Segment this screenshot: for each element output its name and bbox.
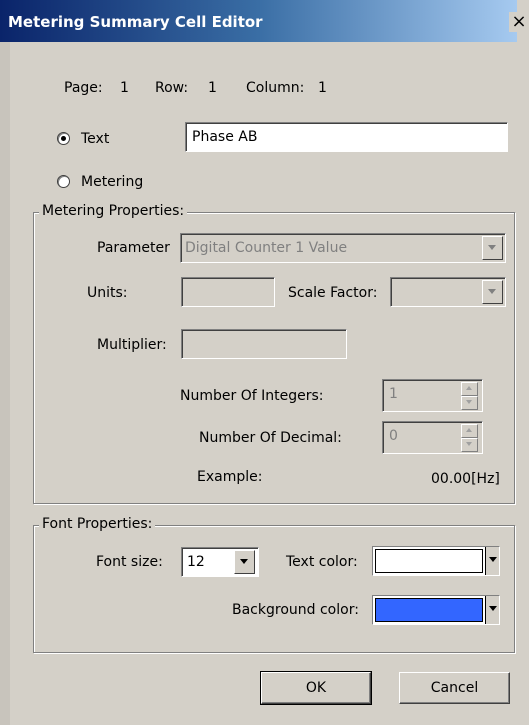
scale-factor-label: Scale Factor: xyxy=(288,285,378,301)
ok-button[interactable]: OK xyxy=(260,671,372,705)
background-color-label: Background color: xyxy=(232,602,359,618)
spin-down-icon xyxy=(466,442,472,446)
text-radio-label: Text xyxy=(81,131,110,147)
number-of-integers-label: Number Of Integers: xyxy=(180,388,324,404)
chevron-down-icon xyxy=(489,557,497,562)
text-radio-dot xyxy=(61,136,66,141)
left-edge xyxy=(0,42,10,725)
close-button[interactable]: × xyxy=(509,12,529,32)
font-properties-title: Font Properties: xyxy=(39,516,156,532)
multiplier-field[interactable] xyxy=(181,329,347,359)
decimal-spin-up-button[interactable] xyxy=(461,424,478,438)
parameter-select[interactable]: Digital Counter 1 Value xyxy=(180,233,506,263)
number-of-decimal-label: Number Of Decimal: xyxy=(199,430,342,446)
chevron-down-icon xyxy=(488,289,496,294)
page-label: Page: xyxy=(64,80,103,96)
font-size-label: Font size: xyxy=(96,554,163,570)
text-color-label: Text color: xyxy=(286,554,358,570)
chevron-down-icon xyxy=(489,606,497,611)
multiplier-label: Multiplier: xyxy=(97,337,167,353)
metering-summary-cell-editor-dialog: Metering Summary Cell Editor × Page: 1 R… xyxy=(0,0,529,725)
spin-up-icon xyxy=(466,386,472,390)
background-color-picker[interactable] xyxy=(372,595,500,625)
background-color-swatch xyxy=(375,598,483,622)
metering-radio-label: Metering xyxy=(81,174,144,190)
units-field[interactable] xyxy=(181,277,275,307)
decimal-spin-down-button[interactable] xyxy=(461,438,478,452)
metering-properties-title: Metering Properties: xyxy=(39,203,188,219)
parameter-label: Parameter xyxy=(97,240,170,256)
text-color-dropdown-button[interactable] xyxy=(485,547,499,575)
page-value: 1 xyxy=(120,80,129,96)
close-icon: × xyxy=(511,11,527,32)
font-properties-group xyxy=(33,525,515,653)
example-value: 00.00[Hz] xyxy=(431,471,500,487)
text-color-swatch xyxy=(375,549,483,573)
example-label: Example: xyxy=(197,469,263,485)
metering-radio[interactable] xyxy=(57,175,70,188)
spin-up-icon xyxy=(466,428,472,432)
integers-spin-up-button[interactable] xyxy=(461,382,478,396)
parameter-dropdown-button[interactable] xyxy=(482,236,503,260)
title-bar: Metering Summary Cell Editor xyxy=(0,0,517,42)
units-label: Units: xyxy=(87,285,128,301)
row-label: Row: xyxy=(155,80,189,96)
font-size-dropdown-button[interactable] xyxy=(234,550,255,574)
row-value: 1 xyxy=(208,80,217,96)
column-value: 1 xyxy=(318,80,327,96)
chevron-down-icon xyxy=(488,245,496,250)
column-label: Column: xyxy=(246,80,305,96)
spin-down-icon xyxy=(466,400,472,404)
text-color-picker[interactable] xyxy=(372,546,500,576)
text-input[interactable]: Phase AB xyxy=(185,122,508,152)
chevron-down-icon xyxy=(240,559,248,564)
cancel-button[interactable]: Cancel xyxy=(399,672,510,704)
window-title: Metering Summary Cell Editor xyxy=(8,13,263,31)
integers-spin-down-button[interactable] xyxy=(461,396,478,410)
background-color-dropdown-button[interactable] xyxy=(485,596,499,624)
scale-factor-dropdown-button[interactable] xyxy=(482,280,503,304)
text-radio[interactable] xyxy=(57,132,70,145)
